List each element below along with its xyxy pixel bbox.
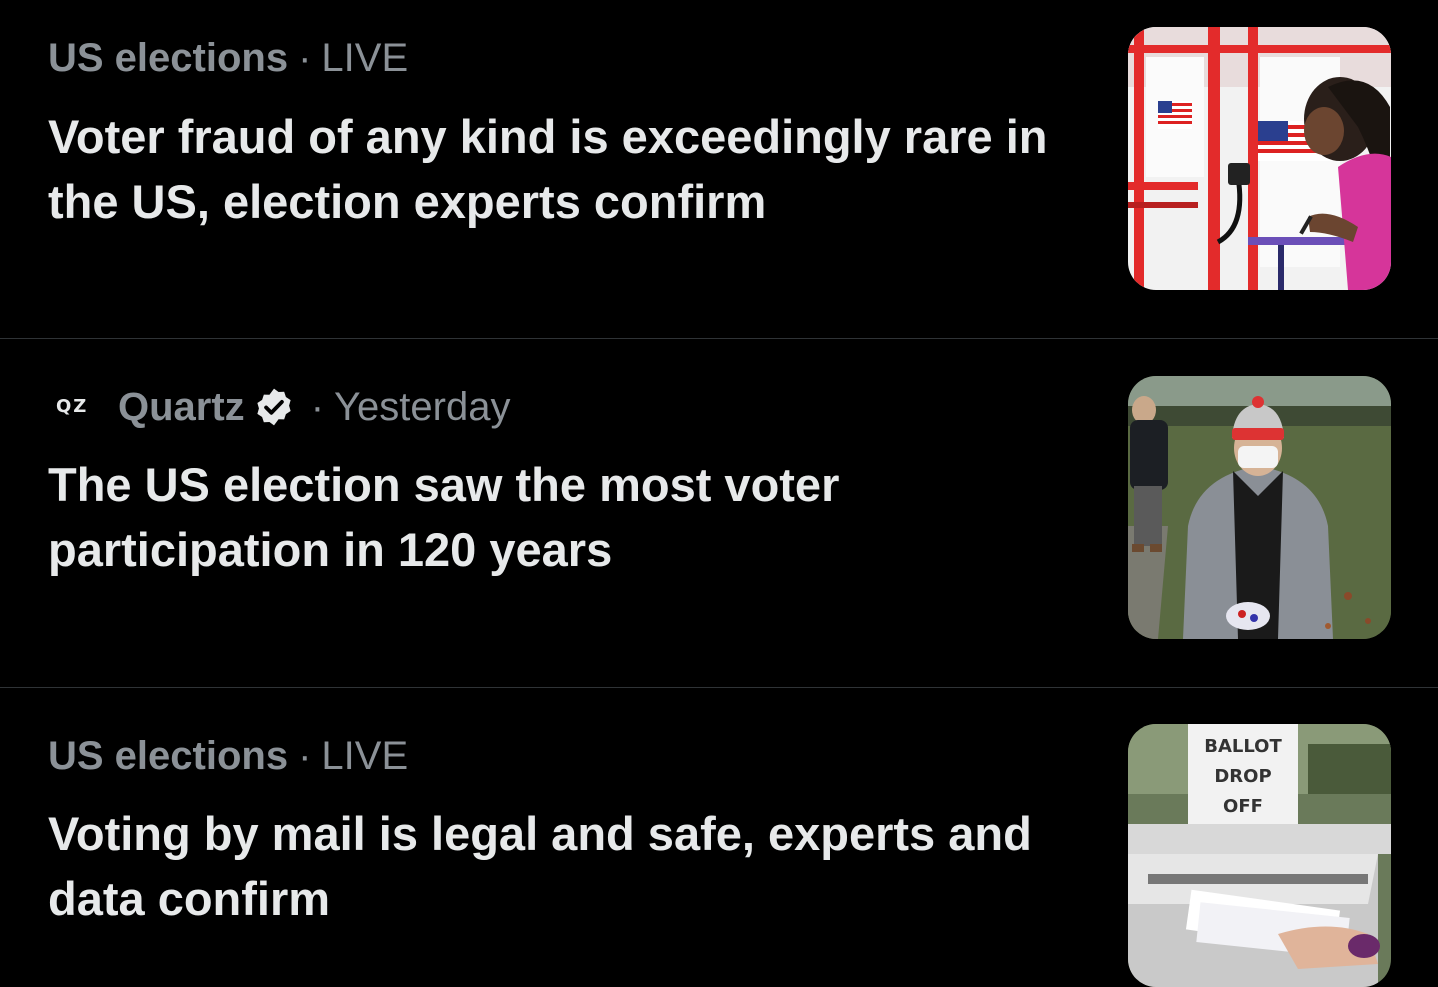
news-headline[interactable]: Voter fraud of any kind is exceedingly r… — [48, 104, 1088, 234]
post-time: Yesterday — [334, 385, 511, 429]
meta-separator: · — [310, 385, 325, 429]
news-item-voting-by-mail[interactable]: US elections · LIVE Voting by mail is le… — [0, 688, 1438, 987]
news-headline[interactable]: Voting by mail is legal and safe, expert… — [48, 801, 1088, 931]
voter-in-line-photo[interactable] — [1128, 376, 1391, 639]
ballot-sign-line: OFF — [1223, 796, 1263, 817]
voting-booth-photo[interactable] — [1128, 27, 1391, 290]
news-item-voter-fraud[interactable]: US elections · LIVE Voter fraud of any k… — [0, 0, 1438, 338]
explore-feed: US elections · LIVE Voter fraud of any k… — [0, 0, 1438, 987]
meta-separator: · — [298, 36, 312, 80]
live-status: LIVE — [321, 36, 409, 80]
ballot-sign-line: DROP — [1214, 766, 1271, 787]
news-item-meta: QZ Quartz · Yesterday — [48, 383, 510, 431]
ballot-sign-line: BALLOT — [1204, 736, 1282, 757]
news-item-voter-participation[interactable]: QZ Quartz · Yesterday The US election sa… — [0, 339, 1438, 677]
topic-label: US elections — [48, 734, 289, 778]
verified-badge-icon — [253, 386, 295, 428]
news-item-meta: US elections · LIVE — [48, 34, 408, 82]
quartz-logo-icon: QZ — [56, 396, 89, 417]
news-item-meta: US elections · LIVE — [48, 732, 408, 780]
source-name[interactable]: Quartz — [118, 383, 245, 431]
meta-separator: · — [298, 734, 312, 778]
live-status: LIVE — [321, 734, 409, 778]
topic-label: US elections — [48, 36, 289, 80]
news-headline[interactable]: The US election saw the most voter parti… — [48, 452, 1088, 582]
ballot-drop-off-photo[interactable]: BALLOT DROP OFF — [1128, 724, 1391, 987]
